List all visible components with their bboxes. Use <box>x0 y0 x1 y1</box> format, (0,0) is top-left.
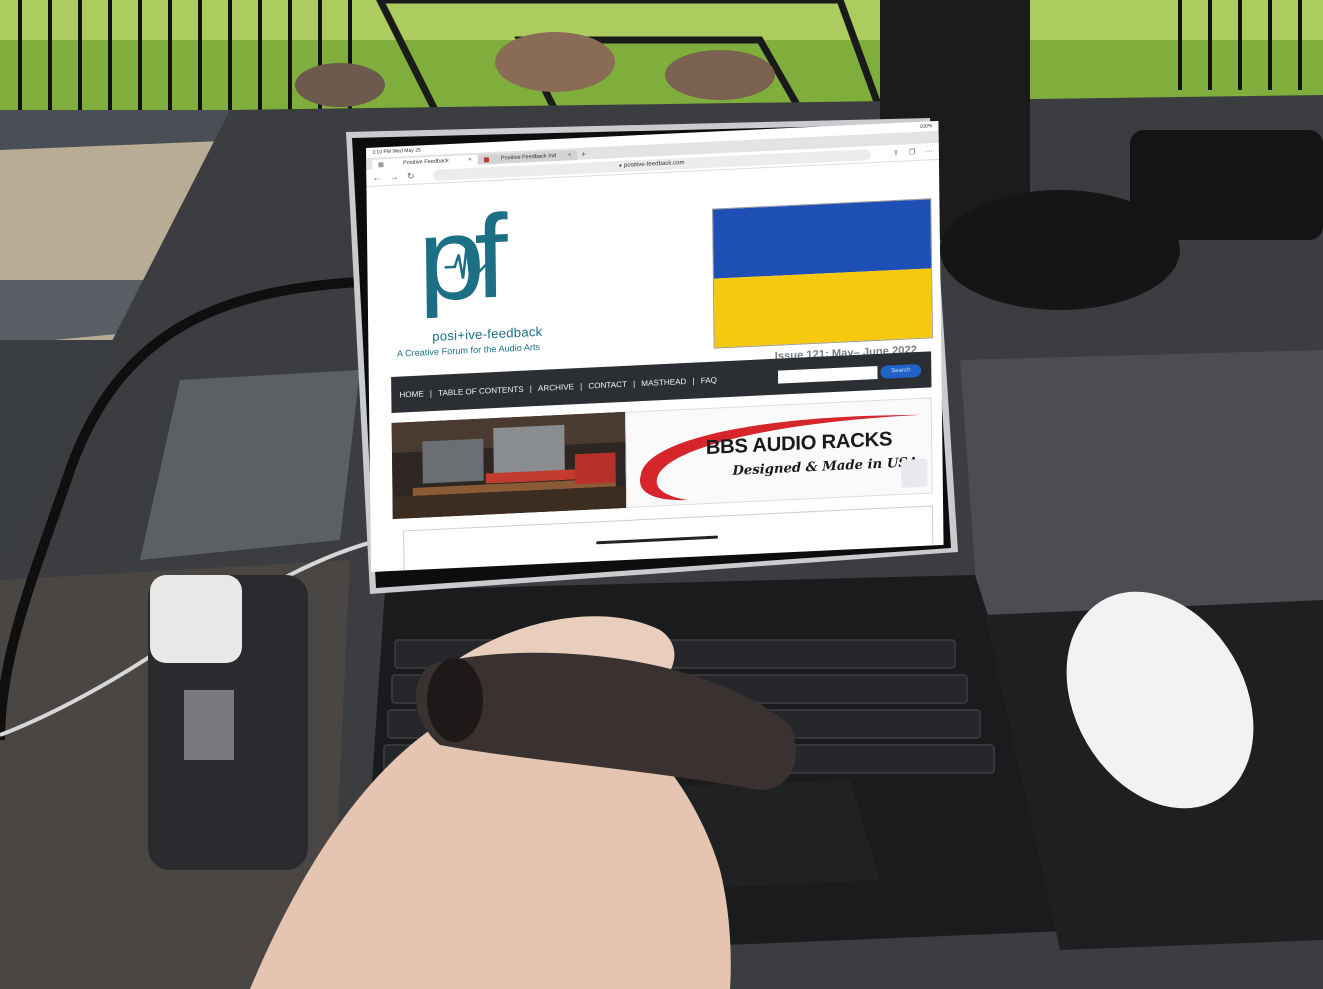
nav-separator: | <box>633 378 636 389</box>
cigar-ash <box>427 658 483 742</box>
logo-name: posi+ive-feedback <box>432 323 543 344</box>
ad-banner[interactable]: BBS AUDIO RACKS Designed & Made in USA <box>391 397 933 519</box>
nav-masthead[interactable]: MASTHEAD <box>641 376 686 387</box>
nav-separator: | <box>529 383 532 393</box>
lighter-grip <box>184 690 234 760</box>
nav-table-of-contents[interactable]: TABLE OF CONTENTS <box>438 384 524 397</box>
flag-blue-stripe <box>713 199 932 279</box>
flag-yellow-stripe <box>713 268 932 348</box>
planter-2 <box>665 50 775 100</box>
new-tab-icon[interactable]: + <box>581 150 586 160</box>
reload-icon[interactable]: ↻ <box>407 170 415 181</box>
site-header: pf posi+ive-feedback A Creative Forum fo… <box>366 160 941 369</box>
lighter-cap <box>150 575 242 663</box>
nav-separator: | <box>429 388 433 398</box>
nav-separator: | <box>692 376 695 386</box>
planter-3 <box>295 63 385 107</box>
logo-letters: pf <box>417 202 509 319</box>
toolbar-icons: ⇪ ❐ ⋯ <box>893 147 933 157</box>
search-input[interactable] <box>777 365 878 384</box>
favicon-icon <box>378 161 384 167</box>
nav-home[interactable]: HOME <box>399 389 423 399</box>
nav-contact[interactable]: CONTACT <box>588 379 627 390</box>
ukraine-flag <box>712 198 933 349</box>
tabs-overview-icon[interactable]: ❐ <box>909 148 915 156</box>
tablet-screen: 3:10 PM Wed May 25 100% Positive Feedbac… <box>366 120 944 572</box>
close-tab-icon[interactable]: × <box>468 155 471 165</box>
site-search: Search <box>777 363 922 384</box>
audio-racks-photo <box>391 411 627 519</box>
back-arrow-icon[interactable]: ← <box>372 172 381 182</box>
more-menu-icon[interactable]: ⋯ <box>926 147 933 155</box>
planter-1 <box>495 32 615 92</box>
nav-archive[interactable]: ARCHIVE <box>538 382 574 393</box>
address-text: positive-feedback.com <box>623 159 685 169</box>
search-button[interactable]: Search <box>880 363 922 379</box>
lock-icon: ● <box>618 162 623 170</box>
nav-faq[interactable]: FAQ <box>701 375 717 385</box>
nav-separator: | <box>580 381 583 391</box>
bbs-ad[interactable]: BBS AUDIO RACKS Designed & Made in USA <box>625 397 933 508</box>
ashtray <box>1130 130 1323 240</box>
forward-arrow-icon[interactable]: → <box>390 171 399 181</box>
battery-indicator: 100% <box>919 123 933 130</box>
recaptcha-badge-icon[interactable] <box>900 458 928 488</box>
photo-scene: 3:10 PM Wed May 25 100% Positive Feedbac… <box>0 0 1323 989</box>
site-tagline: A Creative Forum for the Audio Arts <box>396 341 541 359</box>
share-icon[interactable]: ⇪ <box>893 149 899 157</box>
pf-logo-icon[interactable]: pf <box>413 202 567 319</box>
close-tab-icon[interactable]: × <box>568 150 571 160</box>
favicon-icon <box>483 156 490 162</box>
